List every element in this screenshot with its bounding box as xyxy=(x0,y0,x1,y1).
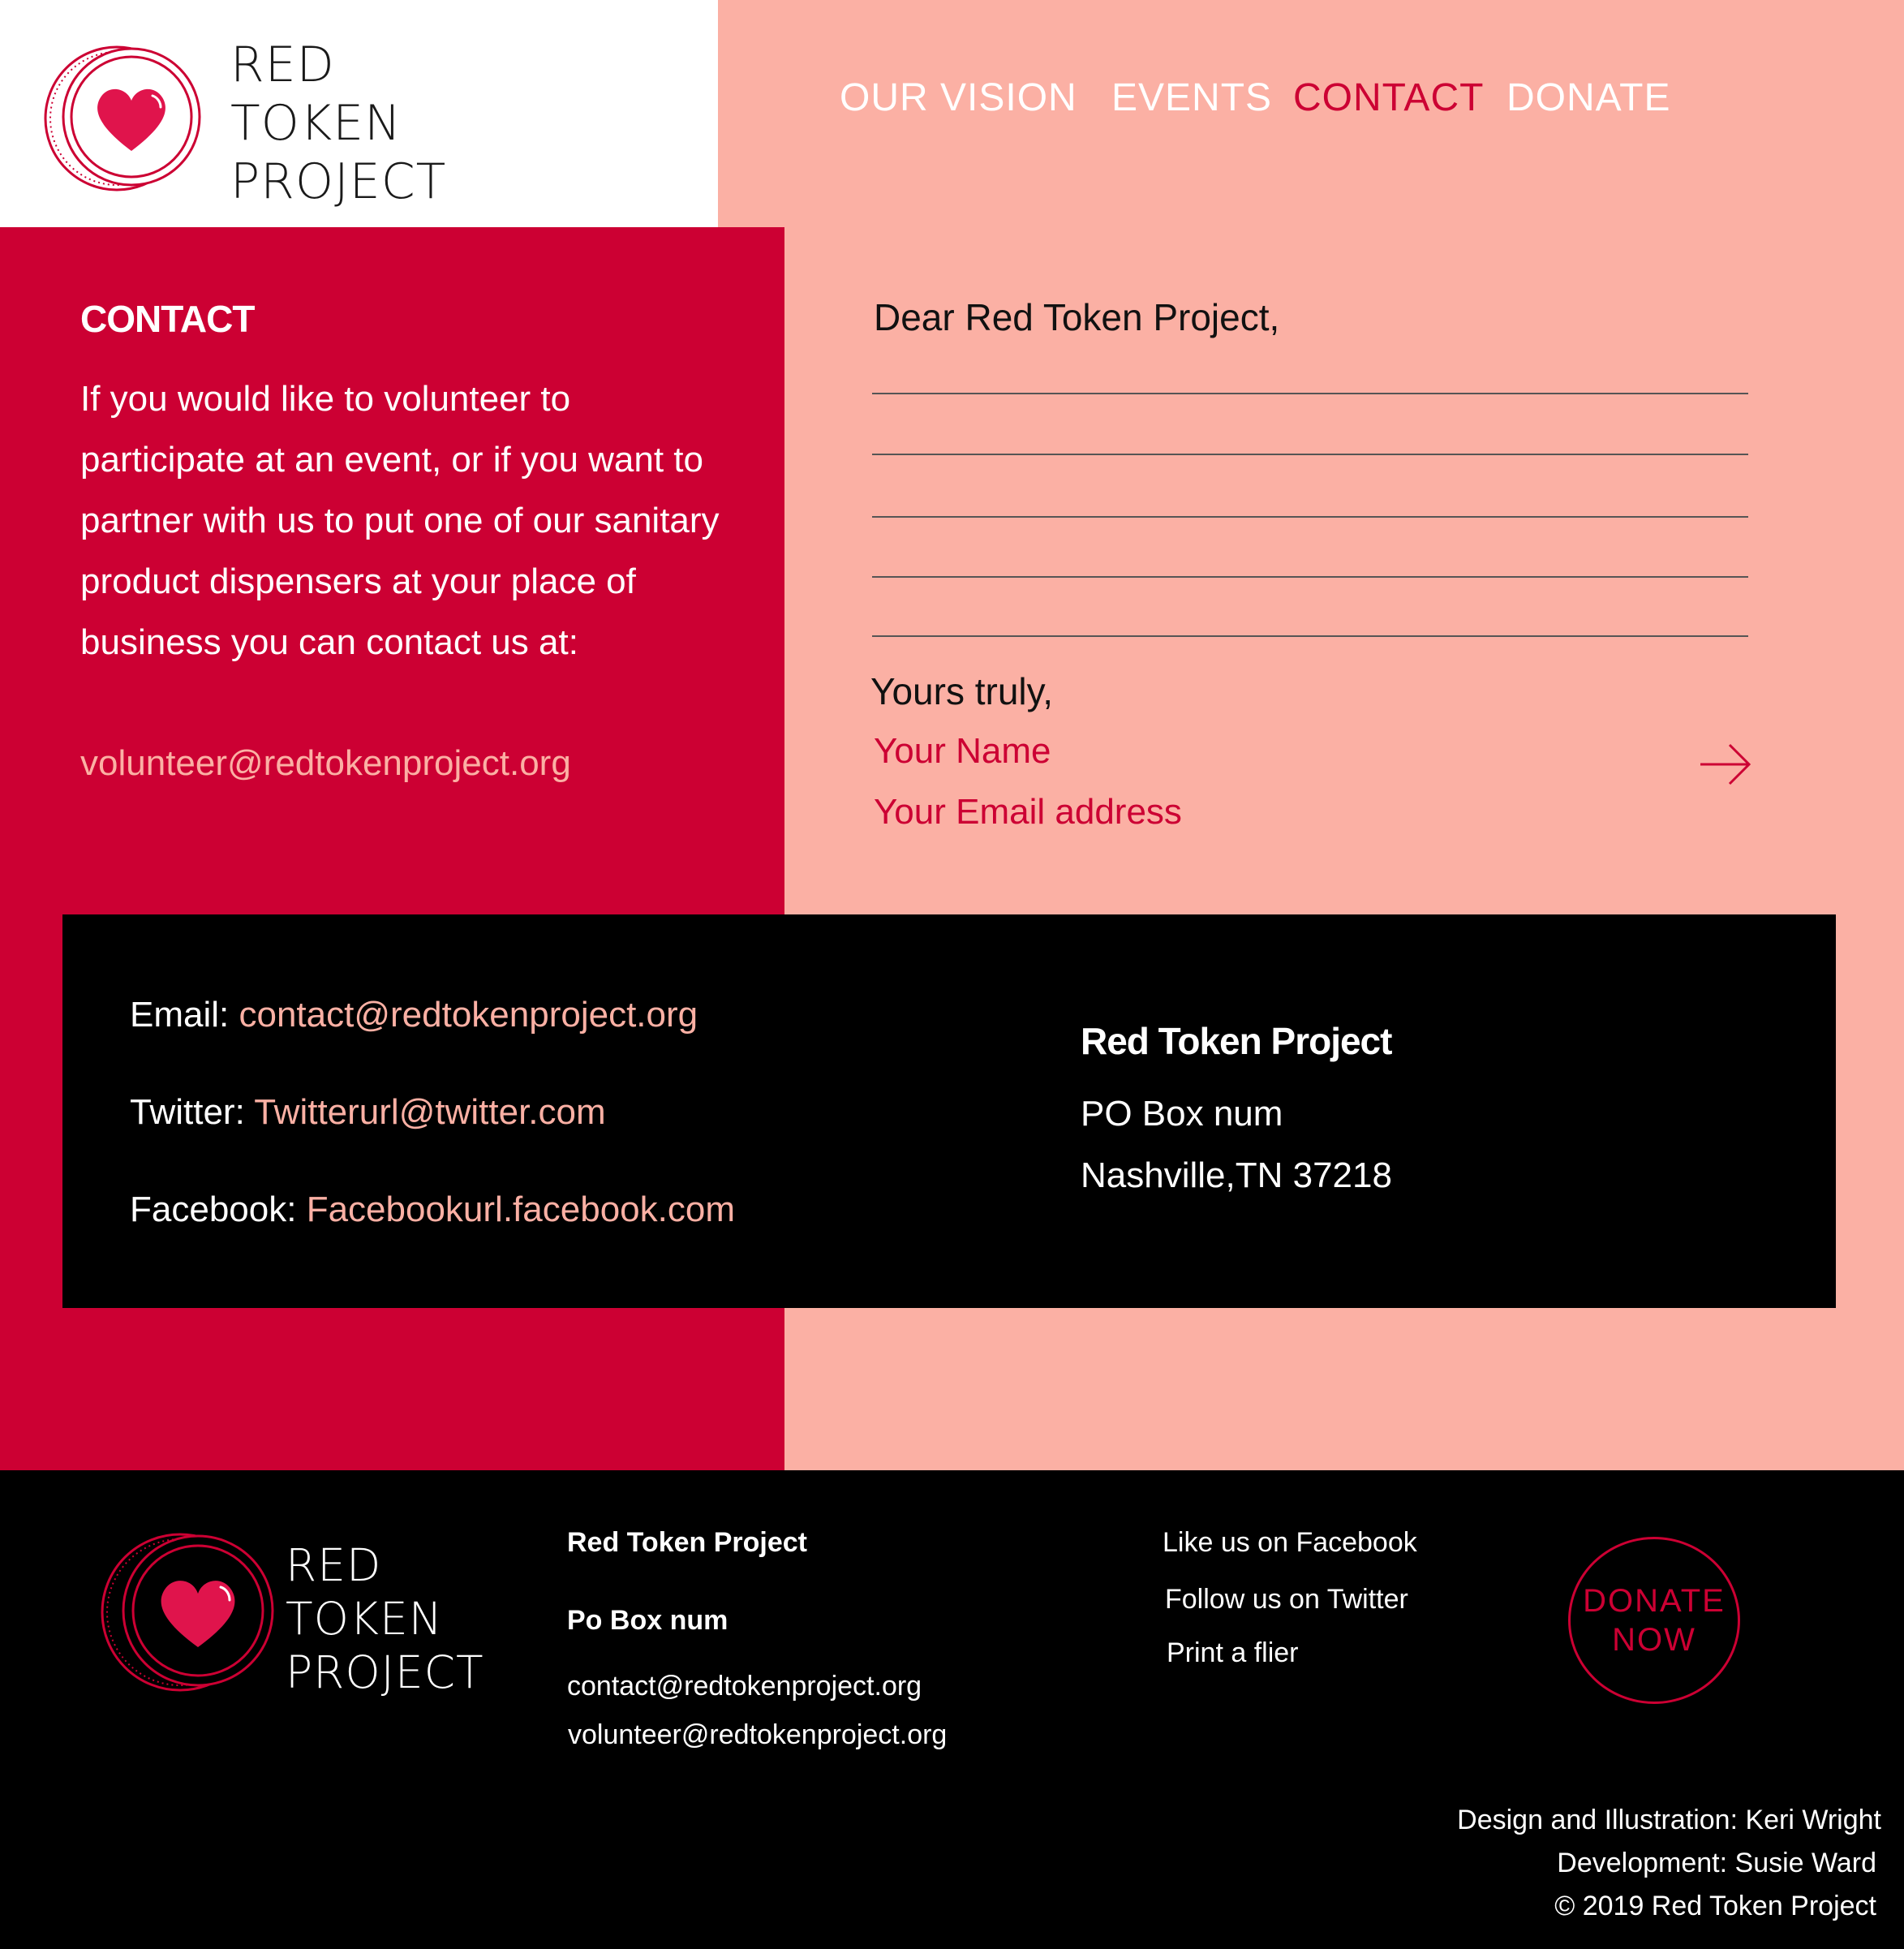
credit-design: Design and Illustration: Keri Wright xyxy=(1457,1805,1881,1835)
info-facebook-label: Facebook: xyxy=(130,1190,297,1229)
name-field[interactable] xyxy=(874,731,1442,772)
footer-brand-line-3: PROJECT xyxy=(286,1646,484,1698)
footer-twitter-link[interactable]: Follow us on Twitter xyxy=(1165,1584,1408,1616)
message-line-4[interactable] xyxy=(872,576,1748,578)
footer-org-name: Red Token Project xyxy=(567,1527,807,1558)
footer-volunteer-email[interactable]: volunteer@redtokenproject.org xyxy=(568,1719,947,1751)
arrow-right-icon[interactable] xyxy=(1697,740,1754,789)
nav-item-events[interactable]: EVENTS xyxy=(1111,75,1272,120)
info-city: Nashville,TN 37218 xyxy=(1081,1155,1392,1195)
nav-item-our-vision[interactable]: OUR VISION xyxy=(840,75,1077,120)
info-facebook-row: Facebook: Facebookurl.facebook.com xyxy=(130,1190,735,1230)
nav-item-contact[interactable]: CONTACT xyxy=(1293,75,1484,120)
credit-development: Development: Susie Ward xyxy=(1557,1848,1876,1878)
message-line-2[interactable] xyxy=(872,454,1748,455)
brand-wordmark[interactable]: RED TOKEN PROJECT xyxy=(230,36,446,211)
email-field[interactable] xyxy=(874,792,1442,833)
footer-contact-email[interactable]: contact@redtokenproject.org xyxy=(567,1671,922,1702)
message-line-5[interactable] xyxy=(872,635,1748,637)
info-twitter-link[interactable]: Twitterurl@twitter.com xyxy=(254,1092,605,1132)
info-org-name: Red Token Project xyxy=(1081,1020,1392,1062)
message-line-1[interactable] xyxy=(872,393,1748,394)
letter-greeting: Dear Red Token Project, xyxy=(874,296,1280,338)
info-email-link[interactable]: contact@redtokenproject.org xyxy=(239,995,698,1035)
brand-line-1: RED xyxy=(230,37,335,93)
info-twitter-row: Twitter: Twitterurl@twitter.com xyxy=(130,1092,606,1133)
contact-heading: CONTACT xyxy=(80,298,255,340)
footer-facebook-link[interactable]: Like us on Facebook xyxy=(1163,1527,1417,1559)
heart-token-logo-icon[interactable] xyxy=(42,37,204,200)
contact-intro-text: If you would like to volunteer to partic… xyxy=(80,379,720,662)
footer-heart-token-logo-icon[interactable] xyxy=(99,1527,279,1697)
footer-brand-line-2: TOKEN xyxy=(286,1593,443,1645)
footer-brand-line-1: RED xyxy=(286,1539,382,1591)
volunteer-email-link[interactable]: volunteer@redtokenproject.org xyxy=(80,733,571,794)
info-email-row: Email: contact@redtokenproject.org xyxy=(130,995,698,1035)
brand-line-3: PROJECT xyxy=(230,153,447,210)
donate-now-line-1: DONATE xyxy=(1583,1583,1726,1619)
donate-now-button[interactable]: DONATE NOW xyxy=(1568,1537,1740,1704)
info-facebook-link[interactable]: Facebookurl.facebook.com xyxy=(307,1190,735,1229)
footer-brand-wordmark[interactable]: RED TOKEN PROJECT xyxy=(286,1538,484,1699)
info-po-box: PO Box num xyxy=(1081,1094,1283,1134)
letter-closing: Yours truly, xyxy=(870,670,1053,712)
donate-now-line-2: NOW xyxy=(1612,1622,1696,1658)
info-email-label: Email: xyxy=(130,995,230,1035)
message-line-3[interactable] xyxy=(872,516,1748,518)
nav-item-donate[interactable]: DONATE xyxy=(1506,75,1670,120)
brand-line-2: TOKEN xyxy=(230,95,402,152)
copyright: © 2019 Red Token Project xyxy=(1554,1891,1876,1921)
footer-po-box: Po Box num xyxy=(567,1605,729,1636)
footer-print-flier-link[interactable]: Print a flier xyxy=(1167,1637,1299,1669)
info-twitter-label: Twitter: xyxy=(130,1092,245,1132)
